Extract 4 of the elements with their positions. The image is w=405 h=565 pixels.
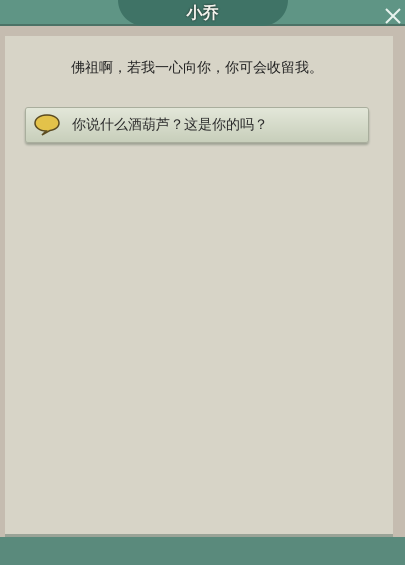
dialogue-option[interactable]: 你说什么酒葫芦？这是你的吗？ xyxy=(25,107,369,143)
speech-bubble-icon xyxy=(34,114,60,136)
dialogue-text: 佛祖啊，若我一心向你，你可会收留我。 xyxy=(70,59,324,78)
window-title: 小乔 xyxy=(118,0,288,26)
